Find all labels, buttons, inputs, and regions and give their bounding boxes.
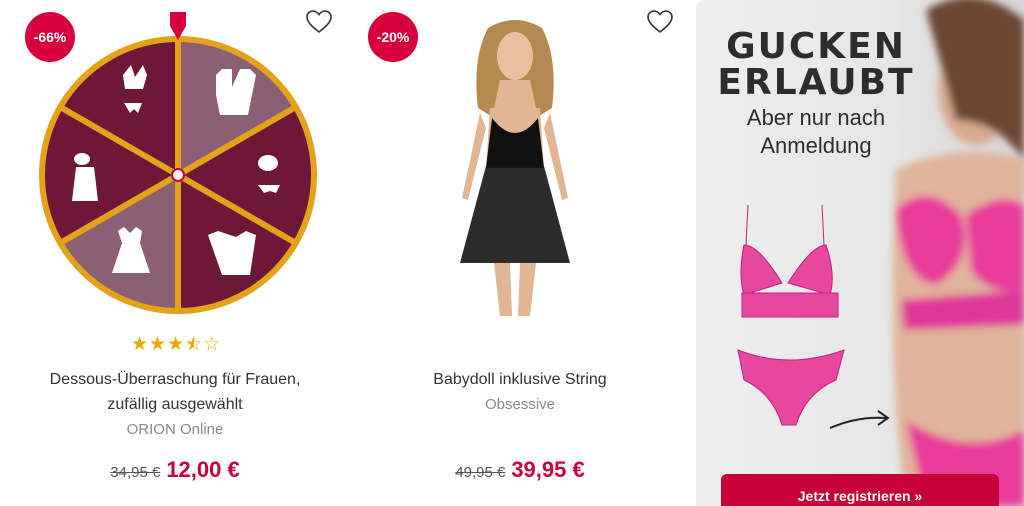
star-half-icon: ☆★ (185, 333, 203, 355)
banner-subline: Anmeldung (760, 133, 872, 158)
promo-banner[interactable]: GUCKEN ERLAUBT Aber nur nach Anmeldung J… (696, 0, 1024, 506)
product-brand: ORION Online (126, 421, 224, 438)
star-empty-icon: ☆ (203, 333, 221, 355)
star-full-icon: ★ (131, 333, 149, 355)
banner-headline: ERLAUBT (717, 62, 915, 103)
star-full-icon: ★ (167, 333, 185, 355)
old-price: 34,95 € (110, 464, 161, 481)
product-card[interactable]: -20% Babydoll inklusive String Obsessive… (352, 0, 688, 506)
discount-badge: -20% (368, 12, 418, 62)
product-image-babydoll[interactable] (440, 18, 590, 316)
product-title[interactable]: Dessous-Überraschung für Frauen, zufälli… (0, 367, 350, 417)
product-title-line: Dessous-Überraschung für Frauen, (49, 371, 301, 388)
product-card[interactable]: -66% ★ ★ ★ ☆★ ☆ Dessous-Überraschung für… (0, 0, 350, 506)
old-price: 49,95 € (455, 464, 506, 481)
product-title[interactable]: Babydoll inklusive String (352, 367, 688, 392)
product-price: 34,95 € 12,00 € (0, 457, 350, 483)
banner-headline: GUCKEN (726, 26, 906, 67)
register-button[interactable]: Jetzt registrieren » (721, 474, 999, 506)
product-price: 49,95 € 39,95 € (352, 457, 688, 483)
discount-badge: -66% (25, 12, 75, 62)
heart-icon[interactable] (647, 10, 673, 34)
product-image-surprise-wheel[interactable] (32, 10, 324, 314)
heart-icon[interactable] (306, 10, 332, 34)
new-price: 12,00 € (166, 457, 240, 482)
product-brand: Obsessive (484, 396, 556, 413)
product-title-line: zufällig ausgewählt (107, 396, 243, 413)
banner-subline: Aber nur nach (746, 105, 886, 130)
star-full-icon: ★ (149, 333, 167, 355)
new-price: 39,95 € (511, 457, 585, 482)
rating-stars: ★ ★ ★ ☆★ ☆ (131, 335, 220, 354)
arrow-icon (829, 410, 890, 429)
pink-lingerie-image (737, 205, 845, 426)
